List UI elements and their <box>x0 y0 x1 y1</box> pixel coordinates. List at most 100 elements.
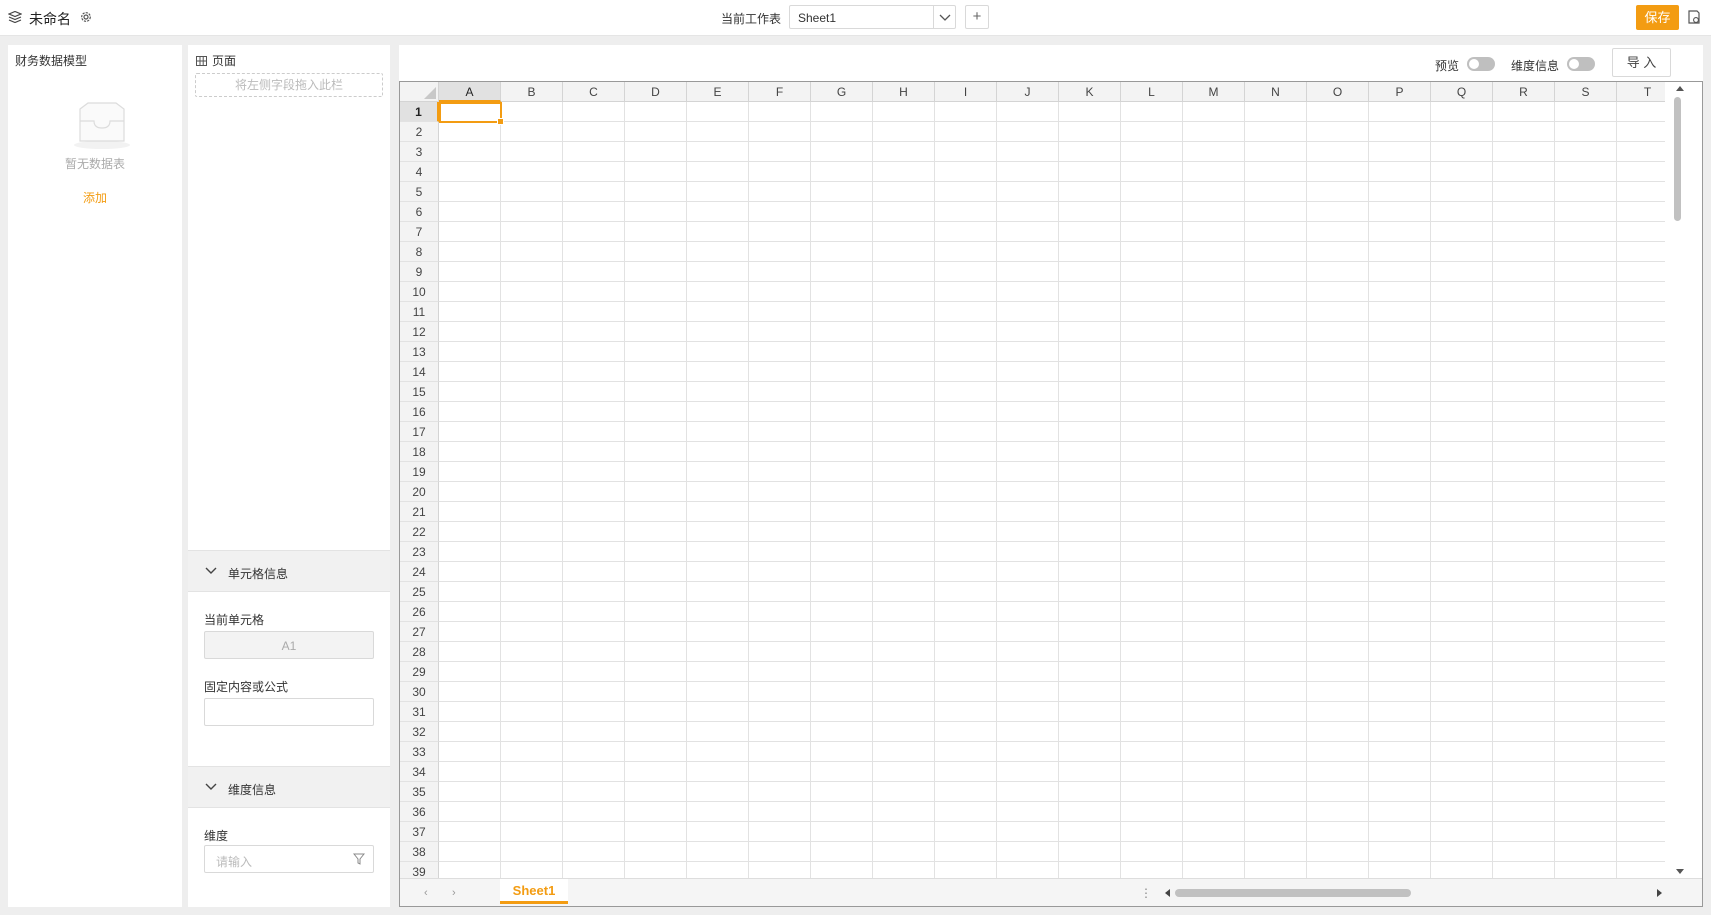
scroll-down-arrow-icon[interactable] <box>1676 869 1684 874</box>
column-header[interactable]: S <box>1555 82 1617 102</box>
row-header[interactable]: 26 <box>400 602 439 622</box>
column-header[interactable]: L <box>1121 82 1183 102</box>
top-header: 未命名 当前工作表 Sheet1 + 保存 <box>0 0 1711 36</box>
sheet-select[interactable]: Sheet1 <box>789 5 956 29</box>
column-header[interactable]: G <box>811 82 873 102</box>
add-table-link[interactable]: 添加 <box>8 189 182 206</box>
vertical-scrollbar[interactable] <box>1665 82 1702 878</box>
more-options-icon[interactable]: ⋮ <box>1140 886 1152 900</box>
column-header[interactable]: A <box>439 82 501 102</box>
row-header[interactable]: 34 <box>400 762 439 782</box>
report-title: 未命名 <box>29 11 71 27</box>
column-header[interactable]: O <box>1307 82 1369 102</box>
row-header[interactable]: 13 <box>400 342 439 362</box>
row-header[interactable]: 17 <box>400 422 439 442</box>
formula-input[interactable] <box>204 698 374 726</box>
row-header[interactable]: 22 <box>400 522 439 542</box>
row-header[interactable]: 6 <box>400 202 439 222</box>
save-button[interactable]: 保存 <box>1636 5 1679 30</box>
chevron-down-icon <box>205 783 217 790</box>
layers-icon[interactable] <box>8 11 22 23</box>
column-header[interactable]: E <box>687 82 749 102</box>
row-header[interactable]: 14 <box>400 362 439 382</box>
column-header[interactable]: R <box>1493 82 1555 102</box>
row-header[interactable]: 24 <box>400 562 439 582</box>
row-header[interactable]: 16 <box>400 402 439 422</box>
add-sheet-button[interactable]: + <box>965 5 989 29</box>
dimension-input[interactable]: 请输入 <box>204 845 374 873</box>
row-header[interactable]: 4 <box>400 162 439 182</box>
row-header[interactable]: 12 <box>400 322 439 342</box>
row-header[interactable]: 33 <box>400 742 439 762</box>
row-header[interactable]: 2 <box>400 122 439 142</box>
row-header[interactable]: 35 <box>400 782 439 802</box>
gear-icon[interactable] <box>79 10 93 24</box>
row-header[interactable]: 1 <box>400 102 439 122</box>
column-header[interactable]: F <box>749 82 811 102</box>
prev-sheet-icon[interactable]: ‹ <box>424 887 428 899</box>
column-header[interactable]: P <box>1369 82 1431 102</box>
row-header[interactable]: 20 <box>400 482 439 502</box>
column-header[interactable]: I <box>935 82 997 102</box>
sheet-select-value: Sheet1 <box>798 11 837 25</box>
column-header[interactable]: J <box>997 82 1059 102</box>
row-header[interactable]: 15 <box>400 382 439 402</box>
next-sheet-icon[interactable]: › <box>452 887 456 899</box>
row-header[interactable]: 28 <box>400 642 439 662</box>
row-header[interactable]: 30 <box>400 682 439 702</box>
row-header[interactable]: 8 <box>400 242 439 262</box>
preview-toggle[interactable] <box>1467 57 1495 71</box>
selected-cell[interactable] <box>439 102 504 125</box>
horizontal-scroll-thumb[interactable] <box>1175 889 1411 897</box>
row-header[interactable]: 3 <box>400 142 439 162</box>
column-header[interactable]: Q <box>1431 82 1493 102</box>
row-header[interactable]: 27 <box>400 622 439 642</box>
chevron-down-icon[interactable] <box>933 6 955 28</box>
column-header[interactable]: D <box>625 82 687 102</box>
empty-state-text: 暂无数据表 <box>64 157 125 171</box>
row-header[interactable]: 9 <box>400 262 439 282</box>
row-header[interactable]: 10 <box>400 282 439 302</box>
chevron-down-icon <box>205 567 217 574</box>
scroll-right-arrow-icon[interactable] <box>1657 889 1662 897</box>
row-header[interactable]: 18 <box>400 442 439 462</box>
column-header[interactable]: M <box>1183 82 1245 102</box>
cell-info-section-header[interactable]: 单元格信息 <box>188 550 390 592</box>
column-header[interactable]: T <box>1617 82 1665 102</box>
cell-grid: A B C D E F G H I J K L M N O P Q R S T 1 2 3 4 5 6 7 8 9 10 11 12 13 14 1… <box>400 82 1665 878</box>
column-header[interactable]: K <box>1059 82 1121 102</box>
column-header[interactable]: N <box>1245 82 1307 102</box>
scroll-left-arrow-icon[interactable] <box>1165 889 1170 897</box>
scroll-up-arrow-icon[interactable] <box>1676 86 1684 91</box>
row-header[interactable]: 29 <box>400 662 439 682</box>
document-settings-icon[interactable] <box>1687 10 1701 25</box>
vertical-scroll-thumb[interactable] <box>1674 97 1681 221</box>
row-header[interactable]: 38 <box>400 842 439 862</box>
dimension-toggle[interactable] <box>1567 57 1595 71</box>
field-dropzone[interactable]: 将左侧字段拖入此栏 <box>195 73 383 97</box>
row-header[interactable]: 25 <box>400 582 439 602</box>
row-header[interactable]: 23 <box>400 542 439 562</box>
row-header[interactable]: 5 <box>400 182 439 202</box>
row-header[interactable]: 11 <box>400 302 439 322</box>
row-header[interactable]: 7 <box>400 222 439 242</box>
dimension-label: 维度 <box>204 829 229 843</box>
row-header[interactable]: 37 <box>400 822 439 842</box>
row-header[interactable]: 31 <box>400 702 439 722</box>
spreadsheet-panel: 预览 维度信息 导 入 ABCDEFGHIJKLMNOPQRST12345678… <box>399 45 1703 907</box>
dimension-info-section-header[interactable]: 维度信息 <box>188 766 390 808</box>
filter-icon[interactable] <box>353 853 365 865</box>
row-header[interactable]: 32 <box>400 722 439 742</box>
row-header[interactable]: 21 <box>400 502 439 522</box>
column-header[interactable]: C <box>563 82 625 102</box>
row-header[interactable]: 19 <box>400 462 439 482</box>
column-header[interactable]: B <box>501 82 563 102</box>
row-header[interactable]: 36 <box>400 802 439 822</box>
row-header[interactable]: 39 <box>400 862 439 878</box>
current-cell-field: A1 <box>204 631 374 659</box>
cells-area[interactable] <box>439 102 1665 878</box>
column-header[interactable]: H <box>873 82 935 102</box>
select-all-corner[interactable] <box>400 82 439 102</box>
import-button[interactable]: 导 入 <box>1612 48 1671 77</box>
sheet-tab[interactable]: Sheet1 <box>500 879 568 904</box>
